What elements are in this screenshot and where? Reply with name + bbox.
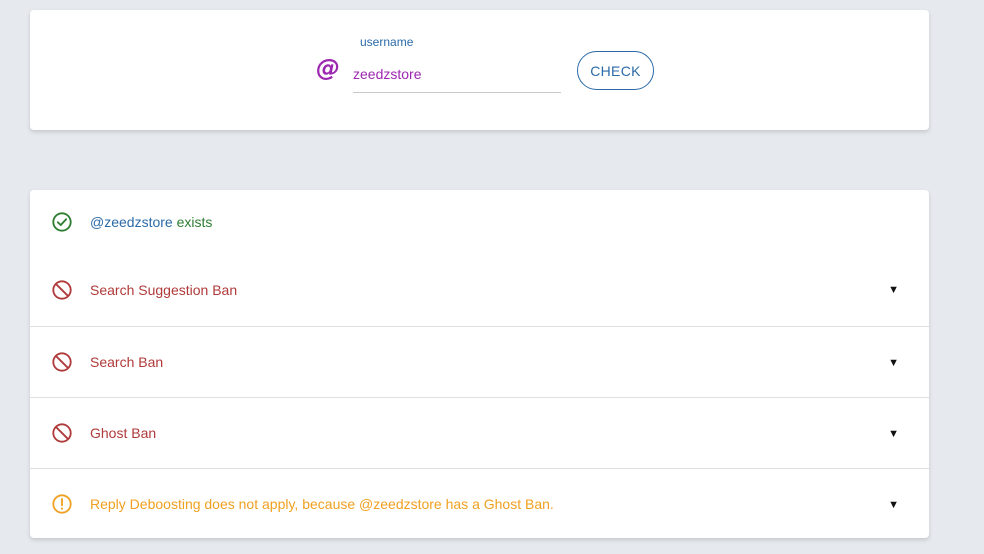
search-card: @ username CHECK — [30, 10, 929, 130]
ban-icon — [52, 280, 72, 300]
ban-label: Search Suggestion Ban — [90, 282, 238, 298]
warning-circle-icon — [52, 494, 72, 514]
at-icon: @ — [316, 54, 340, 82]
username-input[interactable] — [353, 56, 561, 93]
ban-label: Ghost Ban — [90, 425, 157, 441]
exists-text: @zeedzstore exists — [90, 214, 212, 230]
check-circle-icon — [52, 212, 72, 232]
ban-row-search-suggestion[interactable]: Search Suggestion Ban ▼ — [30, 254, 929, 326]
check-button[interactable]: CHECK — [577, 51, 654, 90]
reply-deboosting-row[interactable]: Reply Deboosting does not apply, because… — [30, 468, 929, 539]
results-card: @zeedzstore exists Search Suggestion Ban… — [30, 190, 929, 538]
ban-label: Search Ban — [90, 354, 164, 370]
expand-caret-icon[interactable]: ▼ — [888, 499, 899, 511]
ban-row-ghost[interactable]: Ghost Ban ▼ — [30, 397, 929, 468]
ban-icon — [52, 423, 72, 443]
username-label: username — [360, 35, 414, 49]
exists-username: @zeedzstore — [90, 214, 173, 230]
ban-icon — [52, 352, 72, 372]
exists-suffix: exists — [172, 214, 213, 230]
expand-caret-icon[interactable]: ▼ — [888, 428, 899, 440]
expand-caret-icon[interactable]: ▼ — [888, 357, 899, 369]
ban-row-search[interactable]: Search Ban ▼ — [30, 326, 929, 397]
exists-row: @zeedzstore exists — [30, 190, 929, 254]
expand-caret-icon[interactable]: ▼ — [888, 284, 899, 296]
reply-deboosting-label: Reply Deboosting does not apply, because… — [90, 496, 554, 512]
